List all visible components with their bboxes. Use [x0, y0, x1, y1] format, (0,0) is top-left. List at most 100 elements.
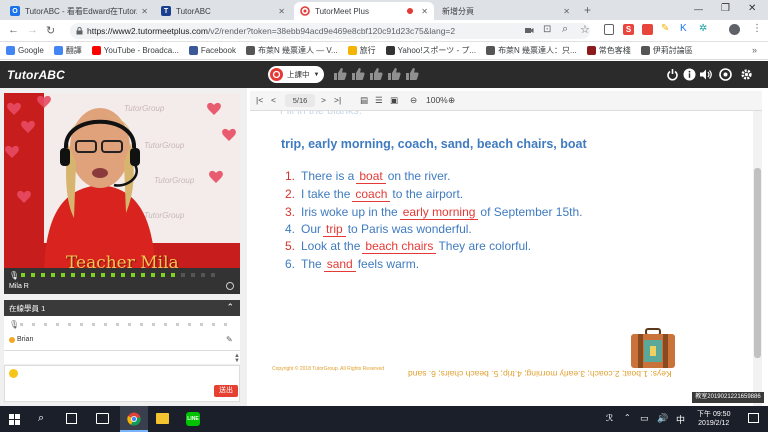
menu-icon[interactable]: ⋮ — [752, 23, 762, 34]
extension-k-icon[interactable]: K — [680, 23, 687, 34]
extension-icon[interactable] — [604, 24, 614, 35]
new-tab-icon[interactable]: + — [584, 3, 591, 17]
send-button[interactable]: 送出 — [214, 385, 238, 397]
tab-tutorabc-edward[interactable]: O TutorABC - 看看Edward在TutorA ✕ — [4, 2, 154, 20]
tab-tutorabc[interactable]: T TutorABC ✕ — [155, 2, 291, 20]
emoji-icon[interactable] — [9, 369, 18, 378]
zoom-in-icon[interactable]: ⊕ — [448, 95, 455, 107]
tutormeet-favicon-icon — [300, 6, 310, 16]
thumbs-up-icon[interactable] — [333, 67, 347, 81]
minimize-icon[interactable]: — — [694, 4, 703, 14]
mic-icon: 🎙 — [9, 320, 20, 329]
student-name: Brian — [17, 336, 34, 343]
zoom-level: 100% — [426, 95, 448, 105]
chevron-up-icon[interactable]: ⌃ — [226, 302, 234, 313]
slide-scrollbar-thumb[interactable] — [754, 168, 761, 358]
ime-icon[interactable]: 中 — [676, 413, 685, 426]
bookmark-google[interactable]: Google — [6, 46, 44, 55]
avatar[interactable] — [729, 24, 740, 35]
window-close-icon[interactable]: ✕ — [748, 3, 756, 14]
exercise-line-4: 4. Our trip to Paris was wonderful. — [277, 222, 472, 237]
folder-icon[interactable] — [156, 413, 169, 424]
volume-icon[interactable] — [699, 68, 712, 81]
translate-icon[interactable]: ⊡ — [543, 24, 551, 35]
next-page-icon[interactable]: > — [321, 95, 326, 107]
people-icon[interactable]: ℛ — [606, 413, 613, 424]
volume-icon[interactable]: 🔊 — [657, 413, 668, 424]
exercise-line-6: 6. The sand feels warm. — [277, 257, 419, 272]
zoom-icon[interactable]: ⌕ — [562, 23, 568, 36]
network-icon[interactable]: ▭ — [640, 413, 649, 424]
camera-settings-icon[interactable] — [719, 68, 732, 81]
chat-input[interactable] — [4, 365, 240, 402]
extension-red-icon[interactable] — [642, 24, 653, 35]
bookmark-star-icon[interactable]: ☆ — [580, 23, 590, 36]
bookmark-translate[interactable]: 翻譯 — [53, 45, 82, 56]
line-text-before: The — [301, 257, 322, 271]
forward-icon[interactable]: → — [27, 24, 38, 36]
status-label: 上課中 — [287, 70, 310, 79]
facebook-icon — [188, 46, 198, 55]
last-page-icon[interactable]: >| — [334, 95, 341, 107]
bookmark-inn[interactable]: 常色客棧 — [586, 45, 631, 56]
close-icon[interactable]: ✕ — [278, 7, 285, 16]
windows-start-icon[interactable] — [9, 414, 20, 425]
close-icon[interactable]: ✕ — [563, 7, 570, 16]
bookmark-facebook[interactable]: Facebook — [188, 46, 236, 55]
gear-icon[interactable] — [740, 68, 753, 81]
bookmark-forum[interactable]: 伊莉討論區 — [640, 45, 693, 56]
notes-icon[interactable]: ▤ — [360, 95, 368, 107]
extension-gear-icon[interactable]: ✲ — [699, 23, 707, 34]
camera-toggle-icon[interactable] — [226, 282, 234, 290]
file-explorer-icon[interactable] — [96, 413, 109, 424]
camera-icon[interactable] — [524, 25, 534, 35]
thumbs-up-icon[interactable] — [387, 67, 401, 81]
bookmark-blog-2[interactable]: 布萊N 幾票達人：只... — [486, 45, 577, 56]
scroll-down-icon[interactable]: ▼ — [234, 358, 240, 364]
more-bookmarks-icon[interactable]: » — [752, 45, 757, 55]
clock-date: 2019/2/12 — [698, 420, 730, 427]
save-icon[interactable]: ▣ — [390, 95, 398, 107]
url-path: /v2/render?token=38ebb94acd9e469e8cbf120… — [207, 26, 456, 36]
teacher-video: TutorGroup TutorGroup TutorGroup TutorGr… — [4, 93, 240, 279]
info-icon[interactable] — [683, 68, 696, 81]
thumbs-up-icon[interactable] — [351, 67, 365, 81]
list-icon[interactable]: ☰ — [375, 95, 383, 107]
extension-pen-icon[interactable]: ✎ — [661, 23, 669, 34]
tab-new-tab[interactable]: 新增分頁 ✕ — [436, 2, 576, 20]
close-icon[interactable]: ✕ — [141, 7, 148, 16]
tab-tutormeet-plus[interactable]: TutorMeet Plus ✕ — [294, 2, 434, 20]
page-indicator[interactable]: 5/16 — [285, 94, 315, 107]
reload-icon[interactable]: ↻ — [46, 24, 55, 37]
prev-page-icon[interactable]: < — [271, 95, 276, 107]
line-app-icon[interactable]: LINE — [186, 412, 200, 426]
student-row[interactable]: Brian — [9, 336, 33, 343]
search-icon[interactable]: ⌕ — [38, 412, 44, 425]
thumbs-up-icon[interactable] — [369, 67, 383, 81]
task-view-icon[interactable] — [66, 413, 77, 424]
class-status-dropdown[interactable]: 上課中 ▼ — [268, 66, 324, 83]
bookmark-youtube[interactable]: YouTube - Broadca... — [91, 46, 179, 55]
back-icon[interactable]: ← — [8, 24, 19, 36]
suitcase-icon — [631, 328, 675, 368]
thumbs-up-icon[interactable] — [405, 67, 419, 81]
line-text-before: Iris woke up in the — [301, 205, 398, 219]
url-input[interactable]: https://www2.tutormeetplus.com/v2/render… — [70, 23, 590, 39]
bookmark-blog-1[interactable]: 布萊N 幾票達人 — V... — [245, 45, 338, 56]
chevron-up-icon[interactable]: ⌃ — [624, 413, 631, 422]
power-icon[interactable] — [666, 68, 679, 81]
first-page-icon[interactable]: |< — [256, 95, 263, 107]
close-icon[interactable]: ✕ — [421, 7, 428, 16]
line-text-before: Our — [301, 222, 322, 236]
zoom-out-icon[interactable]: ⊖ — [410, 95, 417, 107]
mic-muted-icon[interactable]: ✎ — [226, 335, 233, 344]
bookmark-travel[interactable]: 旅行 — [347, 45, 376, 56]
recording-icon — [407, 8, 414, 14]
chrome-taskbar-item[interactable] — [120, 406, 148, 432]
bookmark-yahoo[interactable]: Yahoo!スポーツ - プ... — [385, 45, 476, 56]
line-text-before: Look at the — [301, 239, 361, 253]
restore-icon[interactable]: ❐ — [721, 3, 730, 14]
notification-icon[interactable] — [748, 413, 759, 423]
clock[interactable]: 下午 09:50 2019/2/12 — [697, 410, 730, 428]
extension-s-icon[interactable]: S — [623, 24, 634, 35]
